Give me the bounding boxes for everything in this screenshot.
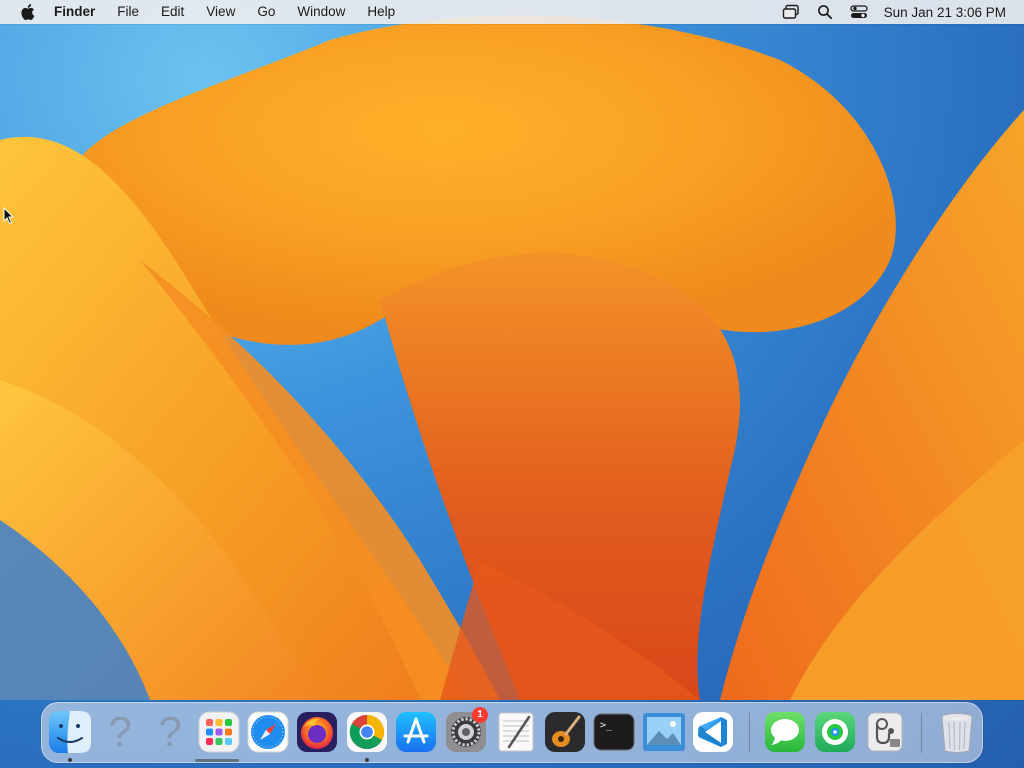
dock-safari[interactable] (245, 709, 291, 755)
mouse-cursor-icon (3, 206, 15, 230)
dock-finder[interactable] (47, 709, 93, 755)
menu-view[interactable]: View (195, 0, 246, 24)
dock-chrome[interactable] (344, 709, 390, 755)
dock-separator (749, 713, 750, 753)
messages-icon (765, 712, 805, 752)
dock-firefox[interactable] (294, 709, 340, 755)
launchpad-icon (198, 711, 240, 753)
garageband-icon (545, 712, 585, 752)
textedit-icon (498, 712, 534, 752)
dock-textedit[interactable] (493, 709, 539, 755)
dock-messages[interactable] (762, 709, 808, 755)
dock: ? ? 1 >_ (41, 702, 983, 763)
question-mark-icon: ? (108, 709, 131, 755)
menu-bar-clock[interactable]: Sun Jan 21 3:06 PM (876, 5, 1006, 20)
menu-edit[interactable]: Edit (150, 0, 195, 24)
svg-text:?: ? (158, 709, 181, 755)
dock-unknown-app-1[interactable]: ? (97, 709, 143, 755)
screen-mirroring-icon[interactable] (774, 0, 808, 24)
find-my-icon (815, 712, 855, 752)
control-center-icon[interactable] (842, 0, 876, 24)
app-store-icon (396, 712, 436, 752)
dock-garageband[interactable] (542, 709, 588, 755)
dock-terminal[interactable]: >_ (591, 709, 637, 755)
menu-window[interactable]: Window (286, 0, 356, 24)
vscode-icon (693, 712, 733, 752)
chrome-icon (347, 712, 387, 752)
preview-icon (643, 713, 685, 751)
question-mark-icon: ? (158, 709, 181, 755)
svg-text:>_: >_ (600, 720, 613, 731)
dock-trash[interactable] (934, 709, 980, 755)
menu-file[interactable]: File (106, 0, 150, 24)
dock-system-settings[interactable]: 1 (443, 707, 489, 755)
desktop-wallpaper (0, 0, 1024, 768)
dock-vscode[interactable] (690, 709, 736, 755)
dock-separator (921, 713, 922, 753)
menu-bar: Finder File Edit View Go Window Help Sun… (0, 0, 1024, 24)
dock-app-store[interactable] (393, 709, 439, 755)
apple-menu-icon[interactable] (0, 0, 54, 24)
menu-help[interactable]: Help (356, 0, 406, 24)
svg-text:?: ? (108, 709, 131, 755)
dock-preview[interactable] (641, 709, 687, 755)
dock-unknown-app-2[interactable]: ? (147, 709, 193, 755)
terminal-icon: >_ (593, 713, 635, 751)
disk-utility-icon (867, 712, 903, 752)
dock-find-my[interactable] (812, 709, 858, 755)
menu-go[interactable]: Go (246, 0, 286, 24)
dock-launchpad[interactable] (196, 709, 242, 755)
finder-icon (49, 711, 91, 753)
running-indicator (68, 758, 72, 762)
safari-icon (247, 711, 289, 753)
notification-badge: 1 (472, 707, 488, 723)
dock-disk-utility[interactable] (862, 709, 908, 755)
trash-icon (941, 713, 973, 753)
dock-scroll-indicator (195, 759, 239, 762)
spotlight-search-icon[interactable] (808, 0, 842, 24)
running-indicator (365, 758, 369, 762)
menu-app-name[interactable]: Finder (54, 0, 106, 24)
firefox-icon (297, 712, 337, 752)
